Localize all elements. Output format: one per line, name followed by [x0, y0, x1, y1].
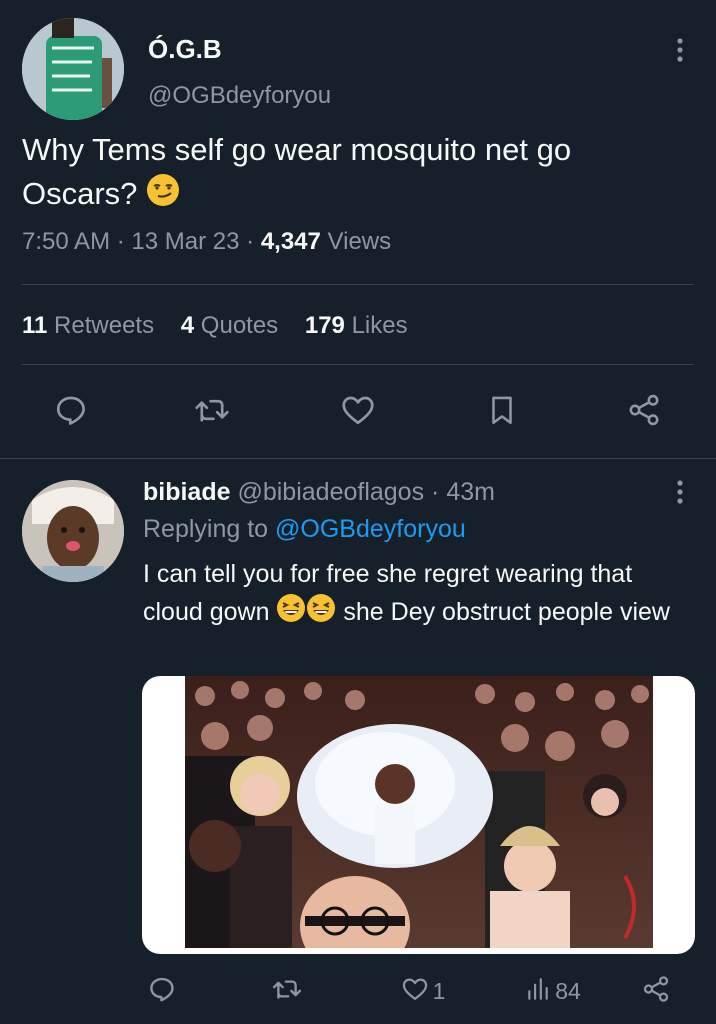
- bookmark-button[interactable]: [480, 390, 524, 434]
- retweet-icon: [271, 974, 303, 1009]
- reply-more-options-icon[interactable]: [668, 478, 692, 506]
- reply-views-count: 84: [555, 977, 581, 1004]
- divider: [22, 284, 694, 285]
- grinning-squinting-face-icon: [276, 593, 306, 634]
- quotes-stat[interactable]: 4 Quotes: [181, 312, 278, 339]
- replying-to-handle-link[interactable]: @OGBdeyforyou: [275, 515, 466, 543]
- author-avatar[interactable]: [22, 18, 124, 120]
- reply-icon: [147, 974, 177, 1009]
- reply-text: I can tell you for free she regret weari…: [143, 556, 683, 634]
- reply-text-part2: she Dey obstruct people view: [343, 598, 670, 627]
- like-button[interactable]: [336, 390, 380, 434]
- bookmark-icon: [485, 392, 519, 433]
- tweet-meta: 7:50 AM · 13 Mar 23 · 4,347 Views: [22, 228, 391, 256]
- tweet-date[interactable]: 13 Mar 23: [131, 228, 239, 255]
- views-icon: [525, 976, 551, 1007]
- share-icon: [641, 974, 671, 1009]
- reply-age[interactable]: 43m: [446, 478, 495, 506]
- replying-to: Replying to @OGBdeyforyou: [143, 515, 466, 544]
- reply-button[interactable]: [49, 390, 93, 434]
- like-icon: [401, 975, 429, 1008]
- like-icon: [340, 392, 376, 433]
- divider: [0, 458, 716, 459]
- views-label: Views: [327, 228, 392, 255]
- reply-share-button[interactable]: [634, 969, 678, 1013]
- retweets-stat[interactable]: 11 Retweets: [22, 312, 154, 339]
- reply-like-button[interactable]: 1: [393, 969, 453, 1013]
- meta-separator: ·: [116, 228, 132, 255]
- reply-views-button[interactable]: 84: [515, 969, 591, 1013]
- reply-media-card[interactable]: [142, 676, 695, 954]
- photo-of-audience-icon[interactable]: [185, 676, 653, 948]
- author-handle[interactable]: @OGBdeyforyou: [148, 82, 331, 110]
- meta-separator: ·: [246, 228, 261, 255]
- likes-count: 179: [304, 312, 345, 339]
- reply-header: bibiade @bibiadeoflagos · 43m: [143, 478, 495, 507]
- reply-like-count: 1: [432, 977, 446, 1004]
- retweets-count: 11: [22, 312, 48, 339]
- more-options-icon[interactable]: [668, 36, 692, 64]
- grinning-squinting-face-icon: [306, 593, 336, 634]
- views-count: 4,347: [260, 228, 321, 255]
- likes-label: Likes: [351, 312, 408, 339]
- retweets-label: Retweets: [54, 312, 155, 339]
- tweet-stats: 11 Retweets 4 Quotes 179 Likes: [22, 312, 408, 340]
- author-display-name[interactable]: Ó.G.B: [148, 34, 222, 65]
- reply-author-display-name[interactable]: bibiade: [143, 478, 231, 506]
- retweet-icon: [193, 392, 231, 433]
- meta-separator: ·: [431, 478, 440, 506]
- reply-reply-button[interactable]: [140, 969, 184, 1013]
- smirking-face-icon: [146, 173, 180, 219]
- reply-author-avatar[interactable]: [22, 480, 124, 582]
- reply-author-handle[interactable]: @bibiadeoflagos: [237, 478, 424, 506]
- retweet-button[interactable]: [190, 390, 234, 434]
- share-button[interactable]: [622, 390, 666, 434]
- replying-to-label: Replying to: [143, 515, 269, 543]
- reply-icon: [53, 392, 89, 433]
- quotes-count: 4: [180, 312, 195, 339]
- quotes-label: Quotes: [200, 312, 279, 339]
- divider: [22, 364, 694, 365]
- tweet-time[interactable]: 7:50 AM: [22, 228, 110, 255]
- likes-stat[interactable]: 179 Likes: [305, 312, 408, 339]
- tweet-text: Why Tems self go wear mosquito net go Os…: [22, 128, 672, 219]
- reply-retweet-button[interactable]: [265, 969, 309, 1013]
- tweet-text-content: Why Tems self go wear mosquito net go Os…: [22, 132, 572, 211]
- share-icon: [626, 392, 662, 433]
